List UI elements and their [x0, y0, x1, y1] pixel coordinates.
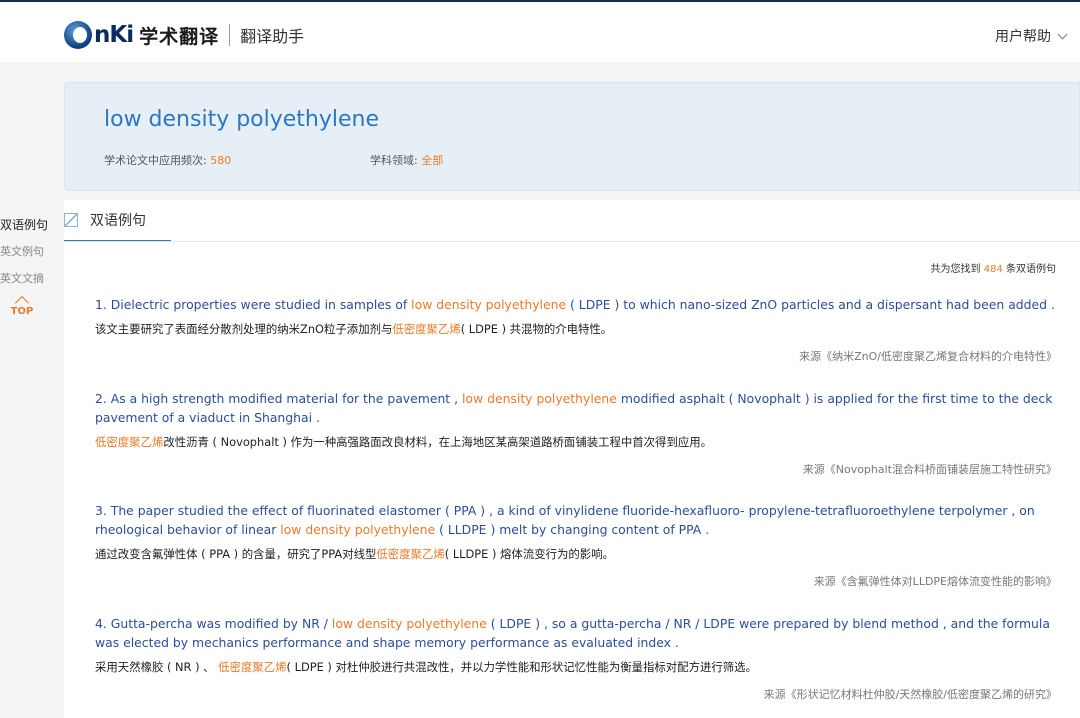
- example-zh-highlight: 低密度聚乙烯: [95, 435, 164, 449]
- example-zh-highlight: 低密度聚乙烯: [392, 322, 461, 336]
- example-en-text: 4. Gutta-percha was modified by NR /: [95, 616, 332, 631]
- user-help-menu[interactable]: 用户帮助: [995, 26, 1068, 46]
- example-en-highlight: low density polyethylene: [331, 616, 487, 631]
- example-en-highlight: low density polyethylene: [280, 522, 436, 537]
- tab-divider: [64, 241, 1080, 242]
- top-bar: nKi 学术翻译 翻译助手 用户帮助: [0, 0, 1080, 62]
- term-header: low density polyethylene 学术论文中应用频次: 580 …: [64, 82, 1080, 191]
- example-item: 1. Dielectric properties were studied in…: [95, 295, 1057, 364]
- example-zh-text: ( LLDPE ) 熔体流变行为的影响。: [444, 547, 614, 561]
- example-zh-text: ( LDPE ) 共混物的介电特性。: [460, 322, 613, 336]
- example-en-highlight: low density polyethylene: [411, 297, 567, 312]
- usage-frequency-value: 580: [210, 154, 232, 167]
- logo-divider: [229, 24, 231, 46]
- example-zh-text: 该文主要研究了表面经分散剂处理的纳米ZnO粒子添加剂与: [95, 322, 393, 336]
- example-zh-text: 改性沥青 ( Novophalt ) 作为一种高强路面改良材料，在上海地区某高架…: [163, 435, 713, 449]
- example-en-text: 2. As a high strength modified material …: [95, 391, 462, 406]
- usage-frequency: 学术论文中应用频次: 580: [104, 152, 231, 168]
- example-en-text: 1. Dielectric properties were studied in…: [95, 297, 412, 312]
- logo-mark: nKi: [64, 21, 134, 49]
- tab-bilingual-examples[interactable]: 双语例句: [64, 200, 171, 242]
- side-nav: 双语例句 英文例句 英文文摘 TOP: [0, 216, 56, 317]
- example-english: 4. Gutta-percha was modified by NR / low…: [95, 614, 1057, 652]
- example-en-highlight: low density polyethylene: [461, 391, 617, 406]
- result-count-suffix: 条双语例句: [1002, 264, 1056, 275]
- example-chinese: 通过改变含氟弹性体 ( PPA ) 的含量，研究了PPA对线型低密度聚乙烯( L…: [95, 546, 1057, 562]
- bilingual-tab-icon: [64, 213, 78, 227]
- example-chinese: 低密度聚乙烯改性沥青 ( Novophalt ) 作为一种高强路面改良材料，在上…: [95, 434, 1057, 450]
- logo-title: 学术翻译: [139, 25, 220, 48]
- example-zh-highlight: 低密度聚乙烯: [376, 547, 445, 561]
- example-chinese: 采用天然橡胶 ( NR ) 、 低密度聚乙烯( LDPE ) 对杜仲胶进行共混改…: [95, 659, 1057, 675]
- result-count: 共为您找到 484 条双语例句: [931, 260, 1056, 275]
- example-zh-highlight: 低密度聚乙烯: [218, 660, 287, 674]
- example-item: 3. The paper studied the effect of fluor…: [95, 501, 1057, 589]
- subject-field: 学科领域: 全部: [370, 152, 443, 168]
- user-help-label: 用户帮助: [995, 29, 1051, 45]
- example-zh-text: 采用天然橡胶 ( NR ) 、: [95, 660, 219, 674]
- example-source-link[interactable]: 来源《Novophalt混合料桥面铺装层施工特性研究》: [95, 461, 1057, 477]
- example-zh-text: ( LDPE ) 对杜仲胶进行共混改性，并以力学性能和形状记忆性能为衡量指标对配…: [286, 660, 757, 674]
- logo-globe-icon: [64, 21, 92, 49]
- subject-field-value[interactable]: 全部: [421, 154, 443, 167]
- result-count-value: 484: [983, 264, 1003, 275]
- example-source-link[interactable]: 来源《纳米ZnO/低密度聚乙烯复合材料的介电特性》: [95, 348, 1057, 364]
- cnki-logo[interactable]: nKi 学术翻译 翻译助手: [64, 18, 304, 52]
- sidenav-item-bilingual[interactable]: 双语例句: [0, 216, 56, 233]
- example-source-link[interactable]: 来源《含氟弹性体对LLDPE熔体流变性能的影响》: [95, 573, 1057, 589]
- example-english: 1. Dielectric properties were studied in…: [95, 295, 1057, 314]
- tab-label: 双语例句: [90, 213, 146, 229]
- example-item: 2. As a high strength modified material …: [95, 389, 1057, 477]
- chevron-down-icon: [1057, 29, 1068, 39]
- example-en-text: ( LDPE ) to which nano-sized ZnO particl…: [566, 297, 1055, 312]
- term-title: low density polyethylene: [104, 107, 380, 132]
- example-source-link[interactable]: 来源《形状记忆材料杜仲胶/天然橡胶/低密度聚乙烯的研究》: [95, 686, 1057, 702]
- example-item: 4. Gutta-percha was modified by NR / low…: [95, 614, 1057, 702]
- usage-frequency-label: 学术论文中应用频次:: [104, 154, 211, 167]
- example-chinese: 该文主要研究了表面经分散剂处理的纳米ZnO粒子添加剂与低密度聚乙烯( LDPE …: [95, 321, 1057, 337]
- sidenav-item-english-examples[interactable]: 英文例句: [0, 243, 56, 259]
- sidenav-item-english-abstracts[interactable]: 英文文摘: [0, 270, 56, 286]
- subject-field-label: 学科领域:: [370, 154, 422, 167]
- back-to-top-button[interactable]: TOP: [0, 295, 44, 317]
- example-english: 3. The paper studied the effect of fluor…: [95, 501, 1057, 539]
- example-english: 2. As a high strength modified material …: [95, 389, 1057, 427]
- result-count-prefix: 共为您找到: [930, 264, 984, 275]
- main-panel: 双语例句 共为您找到 484 条双语例句 1. Dielectric prope…: [64, 200, 1080, 718]
- logo-subtitle: 翻译助手: [240, 27, 305, 46]
- example-zh-text: 通过改变含氟弹性体 ( PPA ) 的含量，研究了PPA对线型: [95, 547, 377, 561]
- logo-mark-text: nKi: [94, 22, 134, 48]
- example-en-text: ( LLDPE ) melt by changing content of PP…: [435, 522, 710, 537]
